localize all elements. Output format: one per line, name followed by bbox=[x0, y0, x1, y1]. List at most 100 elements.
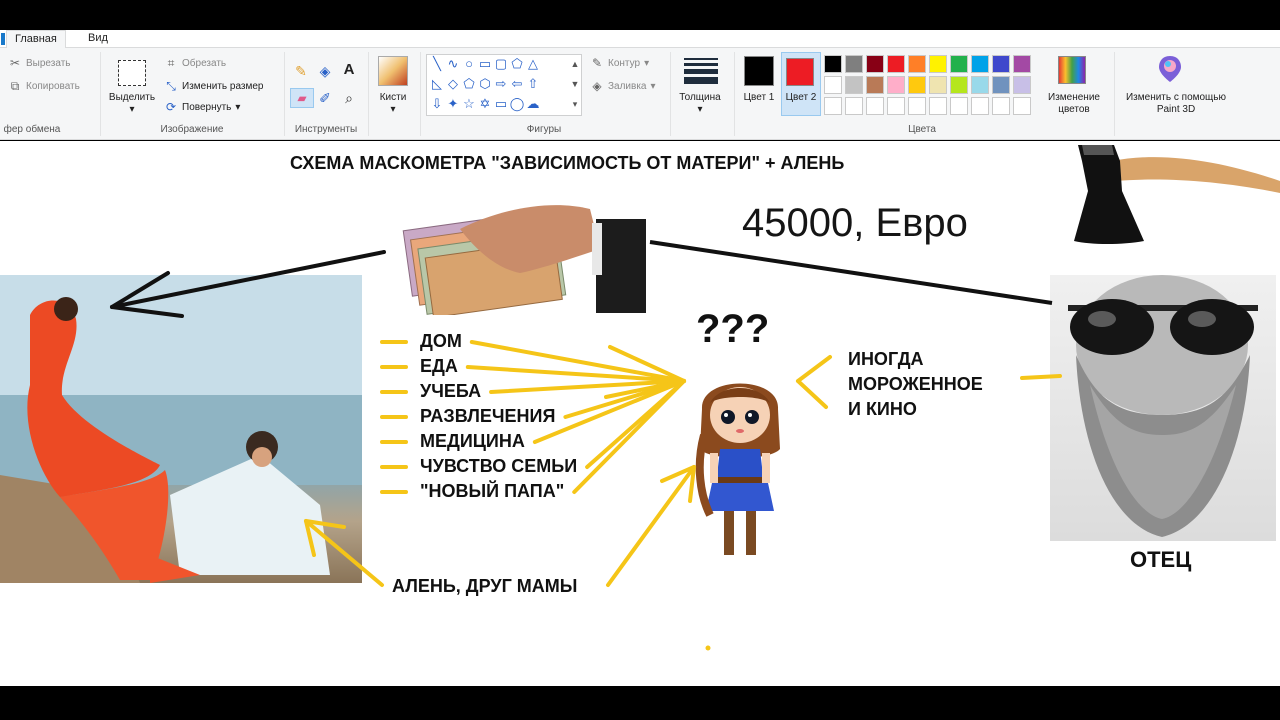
palette-color-swatch[interactable] bbox=[971, 97, 989, 115]
palette-color-swatch[interactable] bbox=[824, 76, 842, 94]
palette-color-swatch[interactable] bbox=[908, 76, 926, 94]
select-button[interactable]: Выделить ▾ bbox=[104, 92, 160, 116]
arrow-left-shape-icon[interactable]: ⇦ bbox=[509, 77, 525, 91]
callout-cloud-shape-icon[interactable]: ☁ bbox=[525, 97, 541, 111]
thickness-button[interactable]: Толщина ▾ bbox=[672, 92, 728, 116]
pentagon-shape-icon[interactable]: ⬠ bbox=[461, 77, 477, 91]
palette-color-swatch[interactable] bbox=[824, 97, 842, 115]
scissors-icon: ✂ bbox=[9, 56, 21, 70]
diamond-shape-icon[interactable]: ◇ bbox=[445, 77, 461, 91]
cut-button[interactable]: ✂ Вырезать bbox=[8, 56, 71, 70]
brushes-button[interactable]: Кисти ▾ bbox=[370, 92, 416, 116]
palette-color-swatch[interactable] bbox=[929, 55, 947, 73]
triangle-shape-icon[interactable]: △ bbox=[525, 57, 541, 71]
select-icon[interactable] bbox=[118, 60, 146, 86]
edit-colors-button[interactable]: Изменение цветов bbox=[1040, 92, 1108, 116]
palette-color-swatch[interactable] bbox=[971, 76, 989, 94]
palette-color-swatch[interactable] bbox=[908, 97, 926, 115]
paint3d-icon[interactable] bbox=[1156, 54, 1184, 84]
copy-button[interactable]: ⧉ Копировать bbox=[8, 79, 80, 93]
crop-button[interactable]: ⌗ Обрезать bbox=[164, 56, 227, 70]
palette-color-swatch[interactable] bbox=[887, 97, 905, 115]
palette-color-swatch[interactable] bbox=[950, 76, 968, 94]
curve-shape-icon[interactable]: ∿ bbox=[445, 57, 461, 71]
crop-icon: ⌗ bbox=[167, 56, 175, 70]
money-to-mother-arrow bbox=[110, 250, 386, 318]
callout-rect-shape-icon[interactable]: ▭ bbox=[493, 97, 509, 111]
palette-color-swatch[interactable] bbox=[992, 76, 1010, 94]
separator bbox=[100, 52, 101, 136]
hexagon-shape-icon[interactable]: ⬡ bbox=[477, 77, 493, 91]
text-icon[interactable]: A bbox=[342, 62, 356, 77]
outline-button[interactable]: ✎ Контур ▾ bbox=[590, 56, 649, 70]
palette-color-swatch[interactable] bbox=[887, 55, 905, 73]
colors-group-label: Цвета bbox=[908, 124, 936, 135]
palette-color-swatch[interactable] bbox=[1013, 76, 1031, 94]
palette-color-swatch[interactable] bbox=[992, 97, 1010, 115]
palette-color-swatch[interactable] bbox=[866, 76, 884, 94]
fill-icon[interactable]: ◈ bbox=[318, 64, 332, 78]
pencil-icon[interactable]: ✎ bbox=[294, 64, 308, 78]
palette-color-swatch[interactable] bbox=[845, 76, 863, 94]
star4-shape-icon[interactable]: ✦ bbox=[445, 97, 461, 111]
palette-color-swatch[interactable] bbox=[866, 55, 884, 73]
palette-color-swatch[interactable] bbox=[1013, 97, 1031, 115]
father-gifts-text: ИНОГДА МОРОЖЕННОЕ И КИНО bbox=[848, 347, 983, 422]
palette-color-swatch[interactable] bbox=[929, 97, 947, 115]
palette-color-swatch[interactable] bbox=[908, 55, 926, 73]
yellow-dot bbox=[705, 645, 711, 651]
edit-colors-icon[interactable] bbox=[1058, 56, 1086, 84]
diagram-title: СХЕМА МАСКОМЕТРА "ЗАВИСИМОСТЬ ОТ МАТЕРИ"… bbox=[290, 153, 845, 173]
scroll-down-icon[interactable]: ▼ bbox=[567, 77, 583, 91]
star5-shape-icon[interactable]: ☆ bbox=[461, 97, 477, 111]
resize-button[interactable]: ⤡ Изменить размер bbox=[164, 79, 263, 93]
arrow-right-shape-icon[interactable]: ⇨ bbox=[493, 77, 509, 91]
brush-icon[interactable] bbox=[378, 56, 408, 86]
chevron-down-icon: ▾ bbox=[235, 101, 241, 113]
palette-color-swatch[interactable] bbox=[1013, 55, 1031, 73]
oval-shape-icon[interactable]: ○ bbox=[461, 57, 477, 71]
drawing-canvas[interactable]: СХЕМА МАСКОМЕТРА "ЗАВИСИМОСТЬ ОТ МАТЕРИ"… bbox=[0, 141, 1280, 686]
thickness-icon[interactable] bbox=[684, 58, 718, 84]
star6-shape-icon[interactable]: ✡ bbox=[477, 97, 493, 111]
separator bbox=[734, 52, 735, 136]
rotate-button[interactable]: ⟳ Повернуть ▾ bbox=[164, 100, 240, 114]
color2-swatch[interactable] bbox=[786, 58, 814, 86]
palette-color-swatch[interactable] bbox=[950, 55, 968, 73]
paint3d-button[interactable]: Изменить с помощью Paint 3D bbox=[1122, 92, 1230, 116]
money-amount: 45000, Евро bbox=[742, 201, 968, 245]
palette-color-swatch[interactable] bbox=[845, 97, 863, 115]
paint-window: Главная Вид ✂ Вырезать ⧉ Копировать фер … bbox=[0, 0, 1280, 720]
expense-item: РАЗВЛЕЧЕНИЯ bbox=[420, 406, 556, 426]
right-triangle-shape-icon[interactable]: ◺ bbox=[429, 77, 445, 91]
alen-label: АЛЕНЬ, ДРУГ МАМЫ bbox=[392, 576, 578, 596]
arrow-down-shape-icon[interactable]: ⇩ bbox=[429, 97, 445, 111]
scroll-up-icon[interactable]: ▲ bbox=[567, 57, 583, 71]
arrow-up-shape-icon[interactable]: ⇧ bbox=[525, 77, 541, 91]
palette-color-swatch[interactable] bbox=[866, 97, 884, 115]
palette-color-swatch[interactable] bbox=[929, 76, 947, 94]
palette-color-swatch[interactable] bbox=[950, 97, 968, 115]
magnifier-icon[interactable]: ⌕ bbox=[342, 91, 356, 105]
color-picker-icon[interactable]: ✐ bbox=[318, 91, 332, 105]
chevron-down-icon: ▾ bbox=[129, 104, 135, 115]
rounded-rectangle-shape-icon[interactable]: ▢ bbox=[493, 57, 509, 71]
palette-color-swatch[interactable] bbox=[824, 55, 842, 73]
shapes-gallery[interactable]: ╲ ∿ ○ ▭ ▢ ⬠ △ ◺ ◇ ⬠ ⬡ ⇨ ⇦ ⇧ ⇩ ✦ ☆ ✡ ▭ ◯ … bbox=[426, 54, 582, 116]
expand-icon[interactable]: ▾ bbox=[567, 97, 583, 111]
line-shape-icon[interactable]: ╲ bbox=[429, 57, 445, 71]
color1-swatch[interactable] bbox=[744, 56, 774, 86]
fill-button[interactable]: ◈ Заливка ▾ bbox=[590, 79, 655, 93]
polygon-shape-icon[interactable]: ⬠ bbox=[509, 57, 525, 71]
palette-color-swatch[interactable] bbox=[887, 76, 905, 94]
palette-color-swatch[interactable] bbox=[971, 55, 989, 73]
eraser-tool-selected[interactable]: ▰ bbox=[290, 88, 314, 108]
callout-oval-shape-icon[interactable]: ◯ bbox=[509, 97, 525, 111]
tab-home[interactable]: Главная bbox=[1, 30, 66, 49]
expense-item: ЕДА bbox=[420, 356, 458, 376]
palette-color-swatch[interactable] bbox=[845, 55, 863, 73]
clipboard-group-label: фер обмена bbox=[3, 124, 61, 135]
tab-view[interactable]: Вид bbox=[80, 30, 116, 48]
palette-color-swatch[interactable] bbox=[992, 55, 1010, 73]
rectangle-shape-icon[interactable]: ▭ bbox=[477, 57, 493, 71]
